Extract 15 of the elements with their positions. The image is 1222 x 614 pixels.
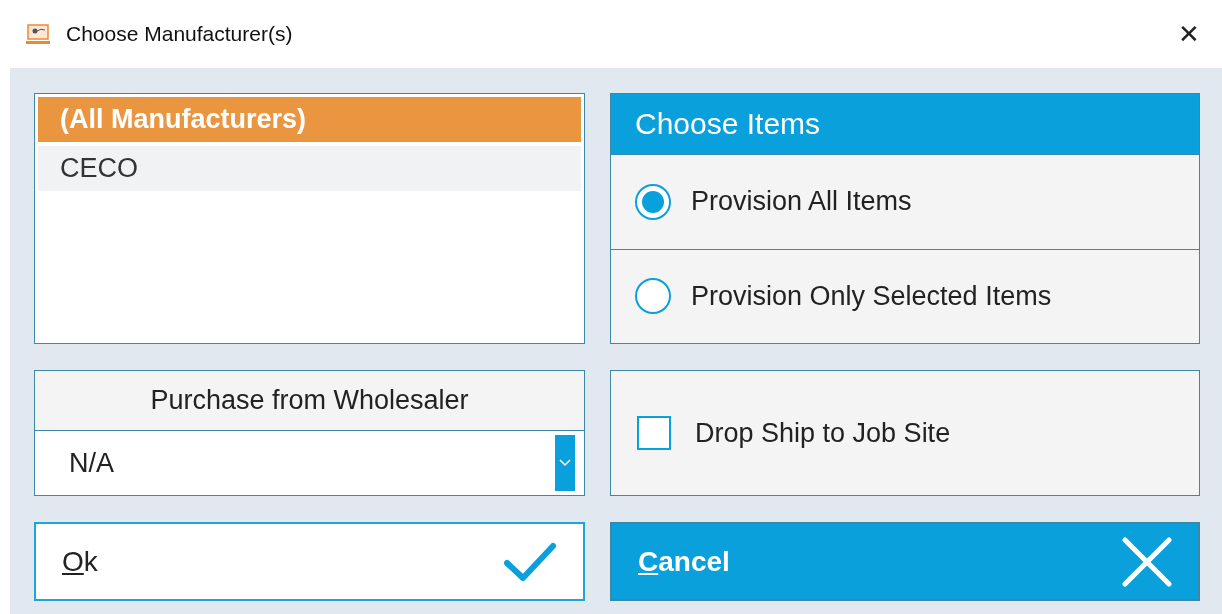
list-item[interactable]: CECO	[38, 146, 581, 191]
checkbox-label: Drop Ship to Job Site	[695, 417, 951, 449]
close-button[interactable]: ✕	[1178, 18, 1200, 50]
radio-button[interactable]	[635, 278, 671, 315]
window-title: Choose Manufacturer(s)	[66, 22, 293, 46]
panel-header: Choose Items	[611, 94, 1199, 155]
checkbox[interactable]	[637, 416, 671, 450]
monitor-icon	[26, 23, 50, 45]
radio-label: Provision All Items	[691, 186, 912, 218]
close-icon	[1122, 536, 1172, 587]
ok-button[interactable]: Ok	[34, 522, 585, 601]
checkmark-icon	[503, 540, 557, 583]
radio-label: Provision Only Selected Items	[691, 280, 1052, 312]
wholesaler-dropdown[interactable]: N/A	[35, 431, 584, 495]
radio-button[interactable]	[635, 183, 671, 220]
